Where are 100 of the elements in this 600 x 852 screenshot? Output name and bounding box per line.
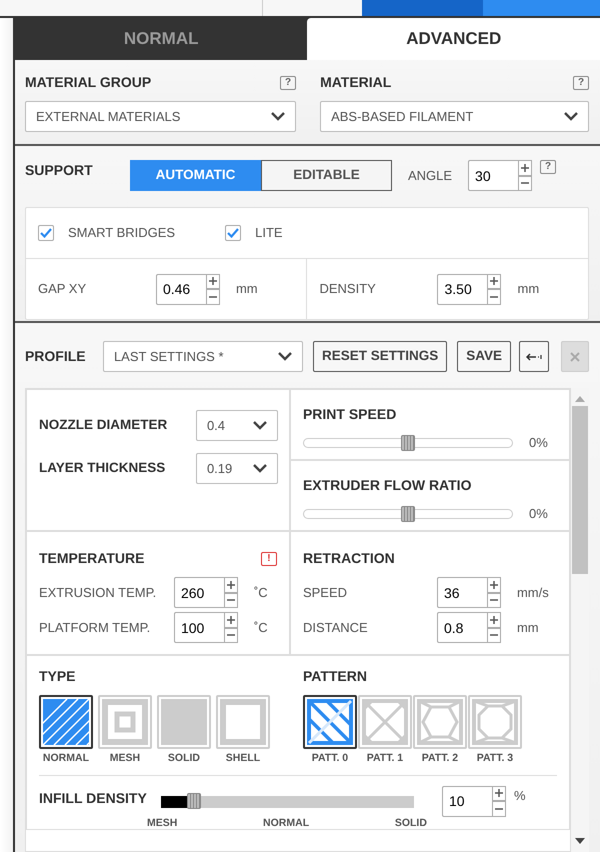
plus-icon: [226, 616, 235, 624]
slider-thumb[interactable]: [400, 434, 415, 451]
section-title: SUPPORT: [24, 161, 94, 180]
increment-button[interactable]: [224, 612, 238, 628]
plus-icon: [490, 277, 498, 286]
unit-label: %: [514, 786, 526, 805]
segment-button[interactable]: EDITABLE: [260, 160, 392, 191]
section-title: TYPE: [38, 667, 77, 686]
checkbox[interactable]: [225, 225, 242, 241]
field-label: PLATFORM TEMP.: [38, 618, 152, 637]
warning-icon: !: [260, 552, 277, 566]
unit-label: mm/s: [516, 584, 549, 602]
slider-track[interactable]: [302, 438, 513, 448]
help-icon[interactable]: ?: [573, 76, 589, 90]
checkbox[interactable]: [38, 225, 54, 241]
decrement-button[interactable]: [487, 289, 502, 304]
slider-track[interactable]: [302, 508, 513, 519]
slider-value: 0%: [529, 434, 549, 452]
scale-label: SOLID: [394, 816, 427, 830]
unit-label: mm: [517, 280, 540, 298]
help-icon[interactable]: ?: [540, 160, 556, 174]
hexagon-pattern-icon: [416, 699, 463, 745]
field-label: EXTRUSION TEMP.: [38, 584, 158, 602]
text-button[interactable]: RESET SETTINGS: [312, 341, 448, 372]
chevron-down-icon: [271, 112, 286, 121]
text-button[interactable]: SAVE: [457, 341, 511, 372]
increment-button[interactable]: [487, 274, 502, 289]
tile-label: SHELL: [224, 752, 262, 765]
number-field[interactable]: 0.8: [436, 612, 487, 643]
tile-label: SOLID: [166, 752, 201, 765]
tile-label: MESH: [108, 752, 142, 765]
increment-button[interactable]: [492, 786, 506, 802]
increment-button[interactable]: [206, 274, 220, 289]
slider-thumb[interactable]: [400, 506, 415, 522]
field-label: DENSITY: [319, 280, 377, 298]
number-field[interactable]: 36: [436, 577, 487, 608]
checkbox-label: LITE: [255, 224, 283, 242]
unit-label: ˚C: [254, 618, 268, 637]
scale-label: MESH: [146, 816, 178, 830]
number-field[interactable]: 3.50: [437, 274, 488, 304]
filled-square-icon: [160, 699, 207, 745]
slider-thumb[interactable]: [186, 792, 201, 809]
section-title: PROFILE: [24, 347, 87, 366]
option-tile[interactable]: [38, 695, 93, 749]
dropdown[interactable]: LAST SETTINGS *: [102, 341, 303, 372]
cross-pattern-icon: [362, 699, 408, 745]
section-title: PATTERN: [302, 667, 368, 686]
plus-icon: [226, 580, 235, 589]
chevron-down-icon: [252, 421, 267, 430]
decrement-button[interactable]: [206, 289, 220, 304]
dropdown[interactable]: 0.4: [196, 410, 278, 441]
tile-label: PATT. 2: [420, 752, 460, 765]
increment-button[interactable]: [224, 577, 238, 592]
help-icon[interactable]: ?: [280, 76, 296, 90]
field-label: MATERIAL: [320, 73, 392, 92]
dropdown[interactable]: ABS-BASED FILAMENT: [320, 101, 589, 132]
unit-label: mm: [236, 280, 258, 298]
unit-label: mm: [516, 618, 539, 637]
chevron-down-icon: [252, 464, 267, 473]
decrement-button[interactable]: [492, 801, 506, 817]
decrement-button[interactable]: [518, 176, 532, 191]
number-field[interactable]: 30: [468, 160, 518, 191]
check-icon: [227, 228, 240, 238]
dropdown[interactable]: 0.19: [196, 453, 278, 484]
field-label: GAP XY: [38, 280, 88, 298]
section-title: RETRACTION: [302, 549, 395, 568]
plus-icon: [208, 277, 217, 286]
diagonal-pattern-icon: [306, 699, 353, 745]
chevron-down-icon: [278, 352, 292, 361]
slider-track[interactable]: [160, 796, 414, 808]
number-field[interactable]: 10: [442, 786, 492, 817]
hatched-square-icon: [42, 699, 89, 745]
check-icon: [40, 228, 52, 238]
mode-tab[interactable]: ADVANCED: [307, 18, 600, 60]
field-label: NOZZLE DIAMETER: [38, 416, 168, 434]
section-title: TEMPERATURE: [38, 549, 144, 568]
slider-value: 0%: [529, 505, 549, 523]
field-label: LAYER THICKNESS: [38, 459, 166, 478]
close-icon: [570, 352, 580, 362]
checkbox-label: SMART BRIDGES: [68, 224, 176, 242]
number-field[interactable]: 260: [174, 577, 224, 608]
concentric-squares-icon: [102, 699, 148, 745]
scroll-up-icon: [575, 396, 585, 402]
increment-button[interactable]: [486, 612, 501, 628]
tile-label: PATT. 3: [476, 752, 514, 765]
field-label: DISTANCE: [302, 618, 369, 637]
plus-icon: [490, 580, 498, 589]
icon-button[interactable]: [519, 341, 549, 372]
dropdown[interactable]: EXTERNAL MATERIALS: [24, 101, 296, 132]
increment-button[interactable]: [518, 160, 532, 176]
tile-label: NORMAL: [42, 752, 90, 765]
number-field[interactable]: 100: [174, 612, 224, 643]
scrollbar-thumb[interactable]: [572, 406, 588, 574]
plus-icon: [521, 164, 530, 172]
scale-label: NORMAL: [263, 816, 310, 830]
square-outline-icon: [220, 699, 266, 745]
increment-button[interactable]: [486, 577, 501, 592]
tile-label: PATT. 0: [310, 752, 350, 765]
option-tile[interactable]: [302, 695, 357, 749]
number-field[interactable]: 0.46: [156, 274, 206, 304]
